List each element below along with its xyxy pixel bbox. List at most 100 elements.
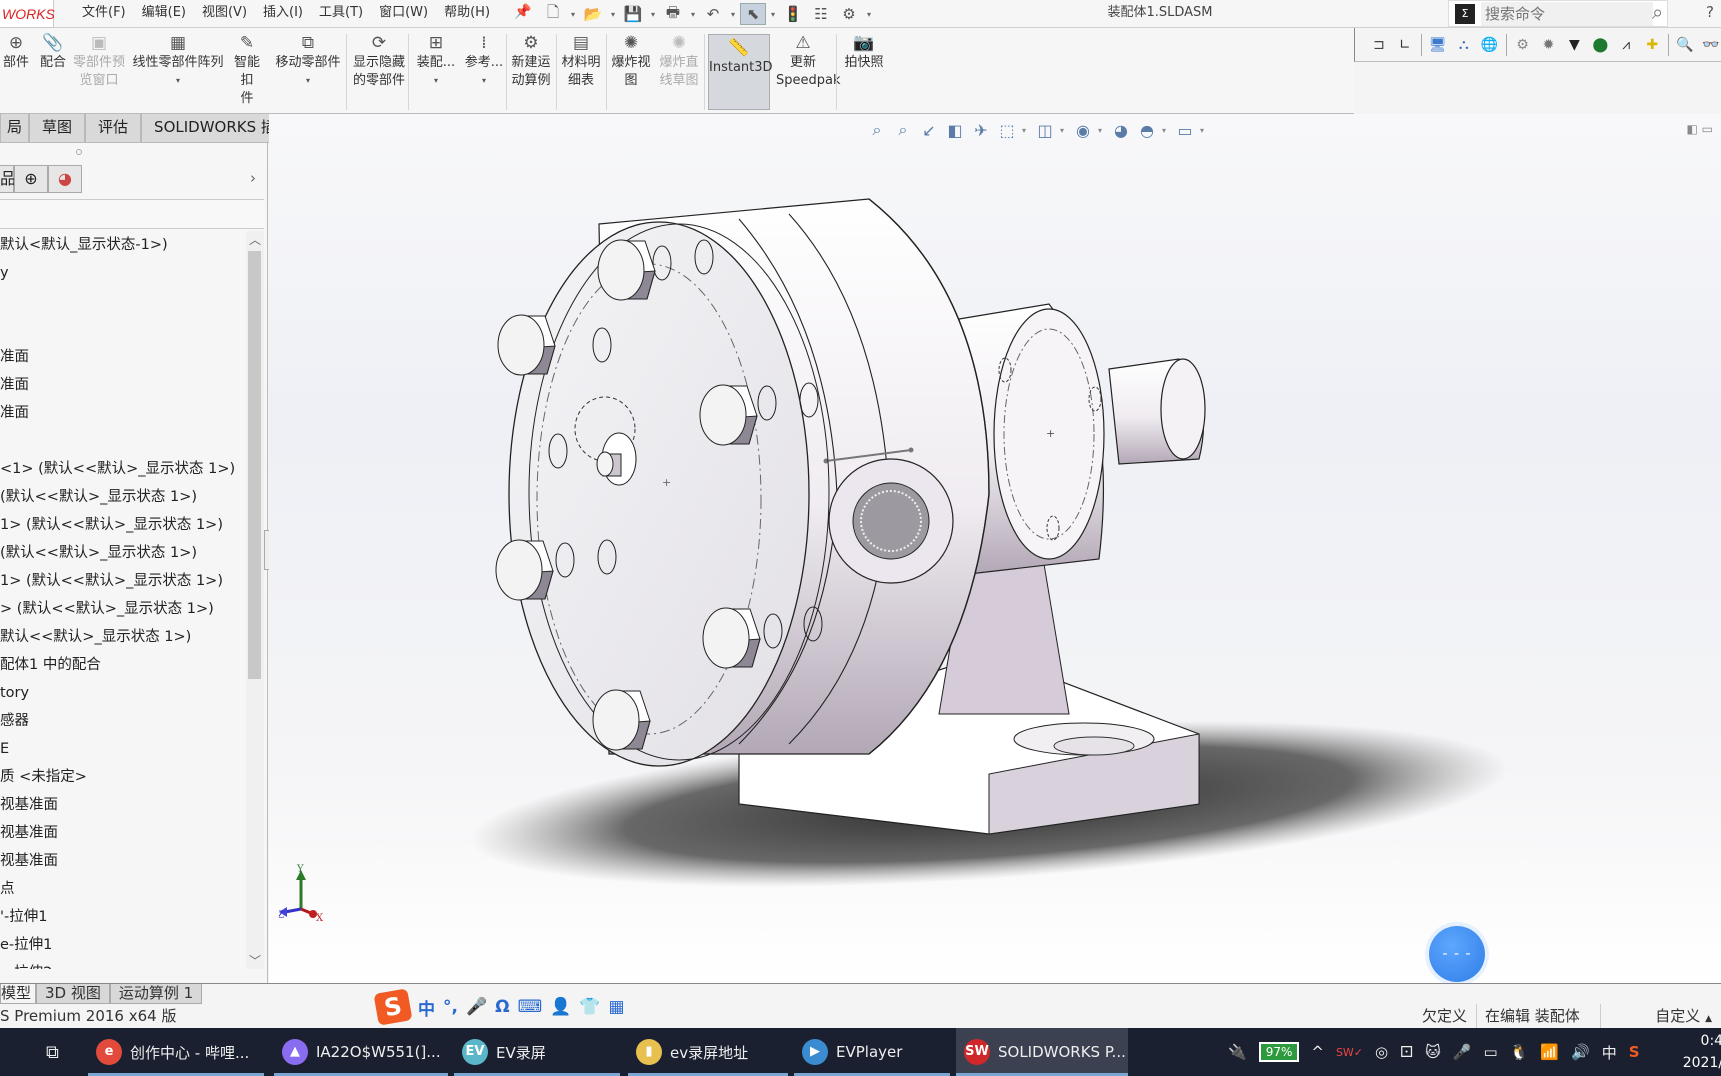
search-icon[interactable]: ⌕ — [1652, 0, 1663, 24]
bolt-icon[interactable]: ⊐ — [1369, 37, 1389, 53]
tab-sketch[interactable]: 草图 — [29, 114, 86, 143]
tab-layout[interactable]: 局 — [0, 114, 30, 143]
dynamic-annotation-icon[interactable]: ✈ — [970, 121, 992, 140]
display-manager-tab[interactable]: ◕ — [48, 165, 82, 193]
tree-item[interactable]: 配体1 中的配合 — [0, 651, 246, 679]
show-hidden-icons-chevron[interactable]: ^ — [1311, 1043, 1324, 1061]
tree-item[interactable]: '-拉伸1 — [0, 903, 246, 931]
view-orientation-icon[interactable]: ⬚ — [996, 121, 1018, 140]
hide-show-items-icon[interactable]: ◉ — [1072, 121, 1094, 140]
tree-item[interactable] — [0, 287, 246, 315]
tree-item[interactable]: > (默认<<默认>_显示状态 1>) — [0, 595, 246, 623]
command-move-component[interactable]: ⧉ 移动零部件 ▾ — [272, 32, 344, 90]
tree-item[interactable]: 1> (默认<<默认>_显示状态 1>) — [0, 567, 246, 595]
tab-evaluate[interactable]: 评估 — [85, 114, 142, 143]
chevron-down-icon[interactable]: ▾ — [130, 72, 226, 90]
ime-skin-icon[interactable]: 👕 — [579, 997, 600, 1017]
command-new-motion-study[interactable]: ⚙ 新建运 动算例 — [508, 32, 554, 90]
configuration-manager-tab[interactable]: ⊕ — [14, 165, 48, 193]
scroll-up-icon[interactable]: ︿ — [249, 231, 261, 248]
tree-item[interactable]: 质 <未指定> — [0, 763, 246, 791]
chevron-down-icon[interactable]: ▾ — [1060, 126, 1068, 135]
network-icon[interactable]: ⛬ — [1454, 37, 1474, 53]
floating-record-button[interactable]: ‑ ‑ ‑ — [1429, 926, 1485, 982]
chevron-down-icon[interactable]: ▾ — [1162, 126, 1170, 135]
globe-icon[interactable]: 🌐 — [1480, 37, 1500, 53]
taskbar-app[interactable]: e 创作中心 - 哔哩... — [88, 1028, 264, 1076]
wifi-icon[interactable]: 📶 — [1540, 1043, 1559, 1061]
yellow-cross-icon[interactable]: ✚ — [1642, 37, 1662, 53]
volume-icon[interactable]: 🔊 — [1571, 1043, 1590, 1061]
sogou-tray-icon[interactable]: S — [1629, 1043, 1640, 1061]
menu-view[interactable]: 视图(V) — [194, 0, 255, 26]
monitor-icon[interactable]: 🖥 — [1428, 37, 1448, 53]
input-language-icon[interactable]: 中 — [1602, 1042, 1617, 1063]
tree-item[interactable]: 视基准面 — [0, 791, 246, 819]
zoom-to-area-icon[interactable]: ⌕ — [892, 120, 914, 140]
solidworks-tray-icon[interactable]: SW✓ — [1336, 1046, 1363, 1059]
menu-help[interactable]: 帮助(H) — [436, 0, 498, 26]
command-camera-snapshot[interactable]: 📷 拍快照 — [840, 32, 888, 72]
tree-item[interactable]: <1> (默认<<默认>_显示状态 1>) — [0, 455, 246, 483]
gear-solid-icon[interactable]: ✹ — [1539, 37, 1559, 53]
property-manager-tab[interactable]: 品 — [0, 165, 16, 193]
command-linear-pattern[interactable]: ▦ 线性零部件阵列 ▾ — [130, 32, 226, 90]
menu-window[interactable]: 窗口(W) — [371, 0, 436, 26]
edit-appearance-icon[interactable]: ◕ — [1110, 121, 1132, 140]
tab-model[interactable]: 模型 — [0, 984, 37, 1004]
tree-item[interactable]: (默认<<默认>_显示状态 1>) — [0, 483, 246, 511]
dropdown-arrow-icon[interactable]: ▾ — [648, 3, 658, 25]
taskbar-app[interactable]: ▮ ev录屏地址 — [628, 1028, 788, 1076]
panel-grip[interactable] — [76, 149, 82, 155]
binoculars-icon[interactable]: 👓 — [1701, 37, 1721, 53]
tree-item[interactable]: 视基准面 — [0, 847, 246, 875]
tree-item[interactable] — [0, 315, 246, 343]
graphics-viewport[interactable]: + + ⌕ ⌕ ↙ ◧ ✈ ⬚ ▾ ◫ ▾ ◉ ▾ ◕ ◓ ▾ ▭ ▾ ◧ ▭ … — [269, 114, 1721, 983]
scroll-thumb[interactable] — [248, 251, 261, 679]
dropdown-arrow-icon[interactable]: ▾ — [768, 3, 778, 25]
angle-icon[interactable]: ∟ — [1395, 37, 1415, 53]
viewport-window-controls[interactable]: ◧ ▭ — [1687, 122, 1714, 136]
taskbar-app[interactable]: EV EV录屏 — [454, 1028, 620, 1076]
display-style-icon[interactable]: ◫ — [1034, 121, 1056, 140]
chevron-down-icon[interactable]: ▾ — [1200, 126, 1208, 135]
tree-item[interactable]: 默认<<默认>_显示状态 1>) — [0, 623, 246, 651]
battery-indicator[interactable]: 97% — [1258, 1042, 1300, 1062]
tree-item[interactable]: y — [0, 259, 246, 287]
units-status[interactable]: 自定义 ▲ — [1600, 1004, 1720, 1031]
menu-edit[interactable]: 编辑(E) — [134, 0, 194, 26]
tree-item[interactable]: 视基准面 — [0, 819, 246, 847]
ime-punctuation-icon[interactable]: °, — [443, 997, 458, 1017]
menu-file[interactable]: 文件(F) — [74, 0, 134, 26]
command-bom-table[interactable]: ▤ 材料明 细表 — [558, 32, 604, 90]
tree-item[interactable]: 准面 — [0, 371, 246, 399]
apply-scene-icon[interactable]: ◓ — [1136, 121, 1158, 140]
clock[interactable]: 0:47 2021/1 — [1672, 1030, 1721, 1074]
chevron-down-icon[interactable]: ▾ — [1098, 126, 1106, 135]
tree-item[interactable] — [0, 427, 246, 455]
power-cable-icon[interactable]: ▭ — [1483, 1043, 1497, 1061]
taskbar-app[interactable]: ▲ IA22O$W551(]... — [274, 1028, 448, 1076]
open-folder-button[interactable]: 📂 — [580, 3, 606, 25]
chevron-down-icon[interactable]: ▾ — [1022, 126, 1030, 135]
ime-toolbox-icon[interactable]: ▦ — [608, 997, 624, 1017]
command-insert-component[interactable]: ⊕ 部件 — [0, 32, 32, 72]
tree-item[interactable]: 默认<默认_显示状态-1>) — [0, 231, 246, 259]
command-component-preview[interactable]: ▣ 零部件预 览窗口 — [72, 32, 126, 90]
tree-item[interactable]: 点 — [0, 875, 246, 903]
chevron-down-icon[interactable]: ▾ — [272, 72, 344, 90]
chevron-down-icon[interactable]: ▾ — [414, 72, 458, 90]
dropdown-arrow-icon[interactable]: ▾ — [864, 3, 874, 25]
location-pin-icon[interactable]: ⬤ — [1590, 37, 1610, 53]
command-explode-line-sketch[interactable]: ✺ 爆炸直 线草图 — [656, 32, 702, 90]
tree-item[interactable]: e-拉伸1 — [0, 931, 246, 959]
tree-item[interactable]: e-拉伸2 — [0, 959, 246, 969]
tree-item[interactable]: 准面 — [0, 343, 246, 371]
task-view-icon[interactable]: ⧉ — [38, 1028, 59, 1076]
ime-user-icon[interactable]: 👤 — [550, 997, 571, 1017]
bucket-icon[interactable]: ▼ — [1564, 37, 1584, 53]
scroll-down-icon[interactable]: ﹀ — [249, 952, 261, 969]
taskbar-app[interactable]: SW SOLIDWORKS P... — [956, 1028, 1128, 1076]
chevron-down-icon[interactable]: ▾ — [462, 72, 506, 90]
traffic-light-button[interactable]: 🚦 — [780, 3, 806, 25]
